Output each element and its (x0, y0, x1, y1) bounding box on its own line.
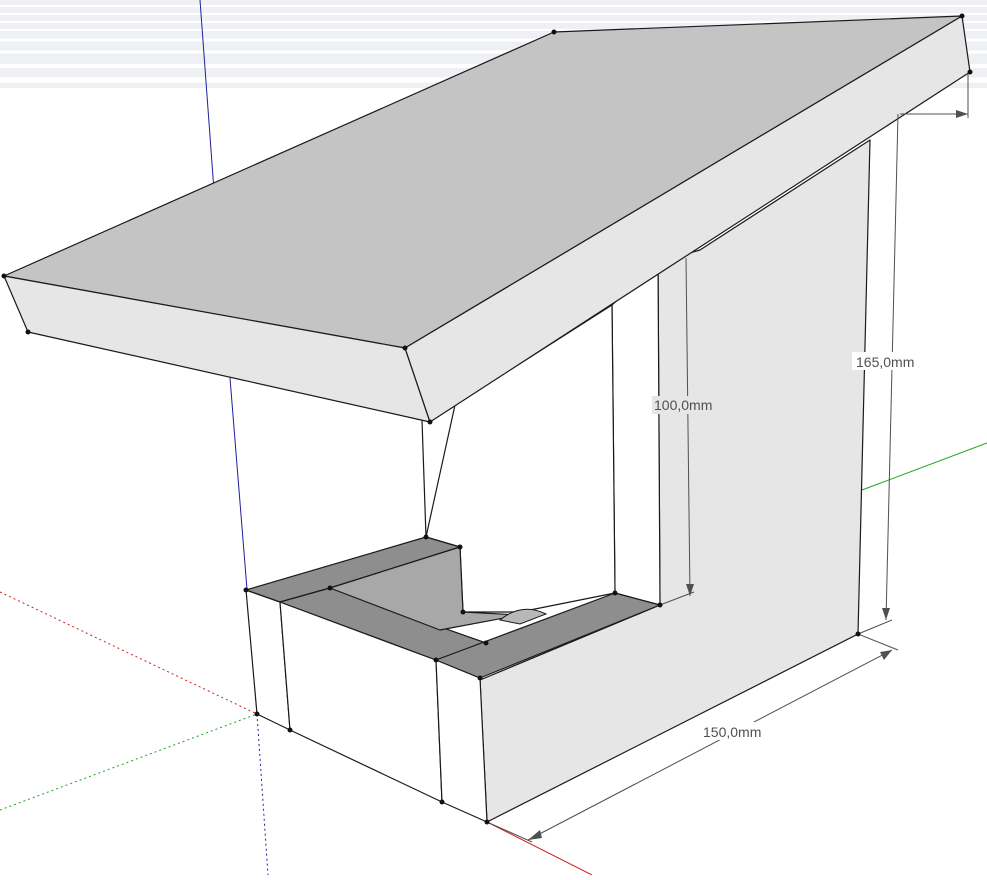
dimension-label-165: 165,0mm (856, 354, 914, 370)
model-canvas[interactable]: 100,0mm 165,0mm 150,0mm (0, 0, 987, 876)
dimension-label-100: 100,0mm (654, 397, 712, 413)
red-axis-solid (486, 821, 593, 876)
green-axis-solid (861, 442, 987, 491)
green-axis-dotted (0, 713, 258, 811)
blue-axis-dotted-below (256, 713, 269, 876)
sketchup-3d-viewport[interactable]: 100,0mm 165,0mm 150,0mm (0, 0, 987, 876)
opening-inner-right-face[interactable] (611, 261, 661, 606)
dimension-label-150: 150,0mm (703, 724, 761, 740)
front-corner-face[interactable] (435, 659, 488, 823)
red-axis-dotted (0, 591, 258, 715)
